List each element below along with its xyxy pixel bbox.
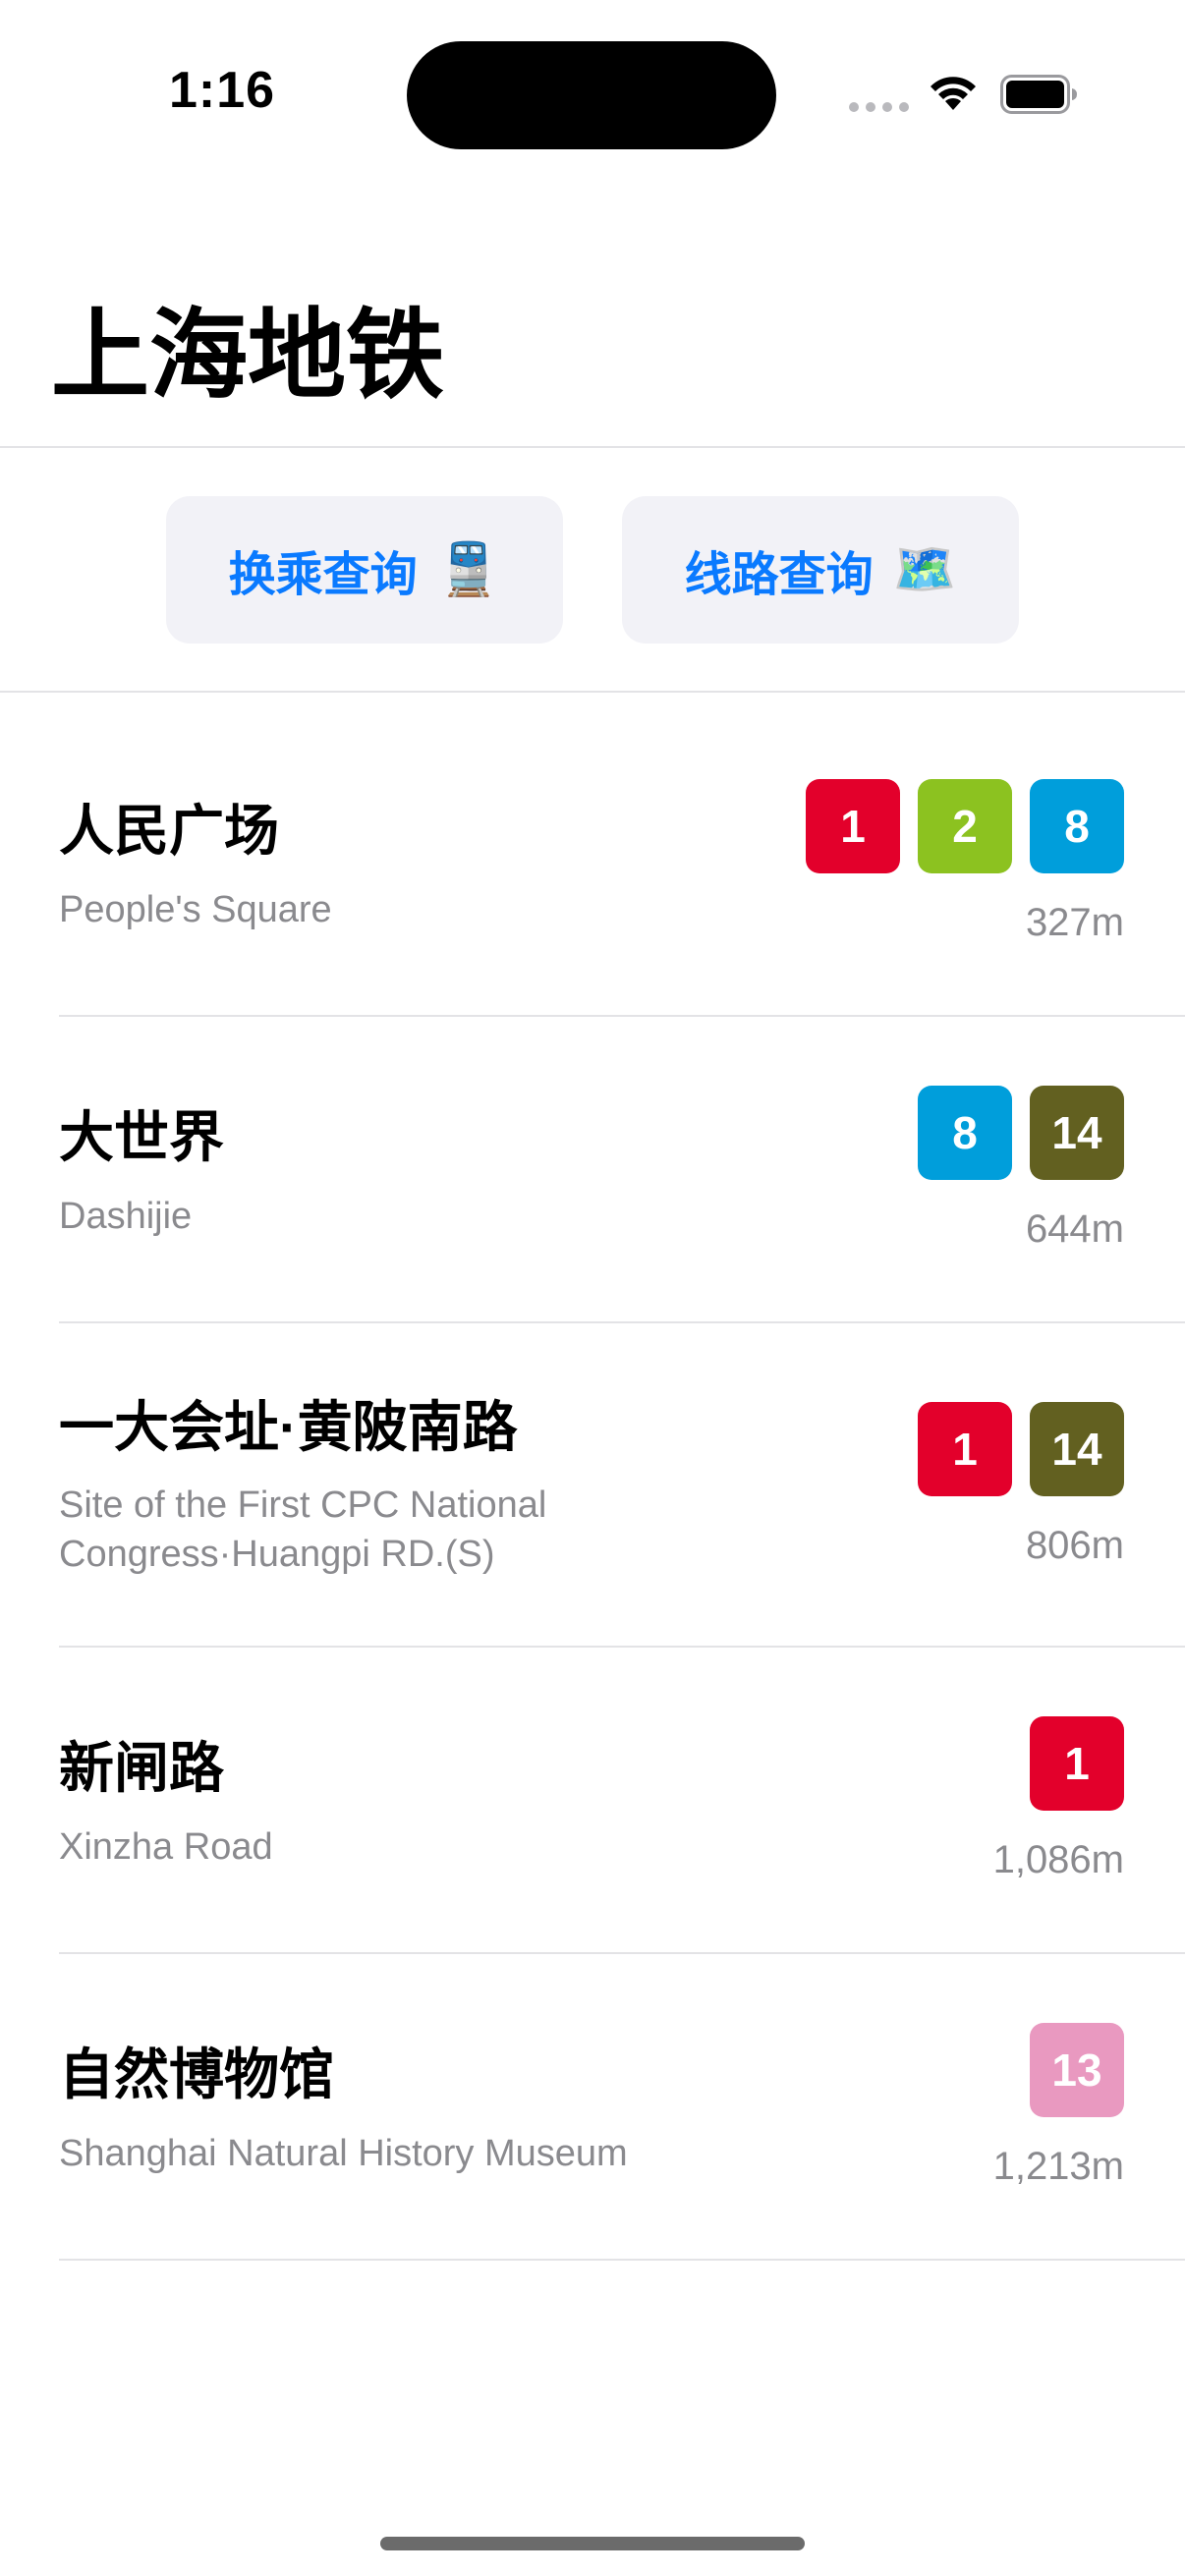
station-distance: 644m xyxy=(1025,1207,1124,1251)
station-name-en: Dashijie xyxy=(59,1196,193,1237)
station-name-cn: 一大会址·黄陂南路 xyxy=(59,1396,518,1458)
dynamic-island xyxy=(407,41,776,149)
transfer-query-button[interactable]: 换乘查询 🚆 xyxy=(166,496,563,644)
header-divider xyxy=(0,446,1185,448)
station-distance: 1,086m xyxy=(992,1838,1124,1881)
home-indicator[interactable] xyxy=(380,2537,805,2550)
map-icon: 🗺️ xyxy=(892,541,957,598)
line-badges: 13 xyxy=(1030,2023,1124,2117)
line-badges: 1 xyxy=(1030,1716,1124,1811)
line-badges: 1 2 8 xyxy=(806,779,1124,873)
station-distance: 1,213m xyxy=(992,2145,1124,2188)
status-time: 1:16 xyxy=(169,62,276,119)
station-name-en: Shanghai Natural History Museum xyxy=(59,2133,628,2174)
wifi-icon xyxy=(931,77,976,110)
transfer-query-label: 换乘查询 xyxy=(228,549,418,601)
station-name-cn: 自然博物馆 xyxy=(59,2044,334,2105)
station-name-en: Site of the First CPC National Congress·… xyxy=(59,1484,547,1575)
station-row[interactable]: 新闸路 Xinzha Road 1 1,086m xyxy=(0,1648,1185,1954)
cellular-signal-icon xyxy=(849,102,909,112)
station-name-en: Xinzha Road xyxy=(59,1826,273,1868)
station-name-cn: 人民广场 xyxy=(59,800,279,862)
station-name-en: People's Square xyxy=(59,889,332,930)
station-distance: 806m xyxy=(1025,1524,1124,1567)
station-name-cn: 新闸路 xyxy=(59,1737,224,1799)
line-badges: 1 14 xyxy=(918,1402,1124,1496)
line-badge: 1 xyxy=(1030,1716,1124,1811)
line-badge: 8 xyxy=(918,1086,1012,1180)
line-badge: 14 xyxy=(1030,1086,1124,1180)
line-badge: 8 xyxy=(1030,779,1124,873)
line-badge: 14 xyxy=(1030,1402,1124,1496)
route-query-label: 线路查询 xyxy=(684,549,874,601)
route-query-button[interactable]: 线路查询 🗺️ xyxy=(622,496,1019,644)
station-row[interactable]: 人民广场 People's Square 1 2 8 327m xyxy=(0,691,1185,1017)
line-badges: 8 14 xyxy=(918,1086,1124,1180)
station-name-cn: 大世界 xyxy=(59,1106,224,1168)
station-distance: 327m xyxy=(1025,901,1124,944)
line-badge: 1 xyxy=(806,779,900,873)
row-divider xyxy=(59,2259,1185,2261)
station-row[interactable]: 一大会址·黄陂南路 Site of the First CPC National… xyxy=(0,1323,1185,1648)
line-badge: 2 xyxy=(918,779,1012,873)
line-badge: 1 xyxy=(918,1402,1012,1496)
battery-icon xyxy=(1000,75,1077,114)
page-title: 上海地铁 xyxy=(51,301,444,411)
station-row[interactable]: 大世界 Dashijie 8 14 644m xyxy=(0,1017,1185,1323)
station-row[interactable]: 自然博物馆 Shanghai Natural History Museum 13… xyxy=(0,1954,1185,2261)
line-badge: 13 xyxy=(1030,2023,1124,2117)
train-icon: 🚆 xyxy=(436,541,501,598)
